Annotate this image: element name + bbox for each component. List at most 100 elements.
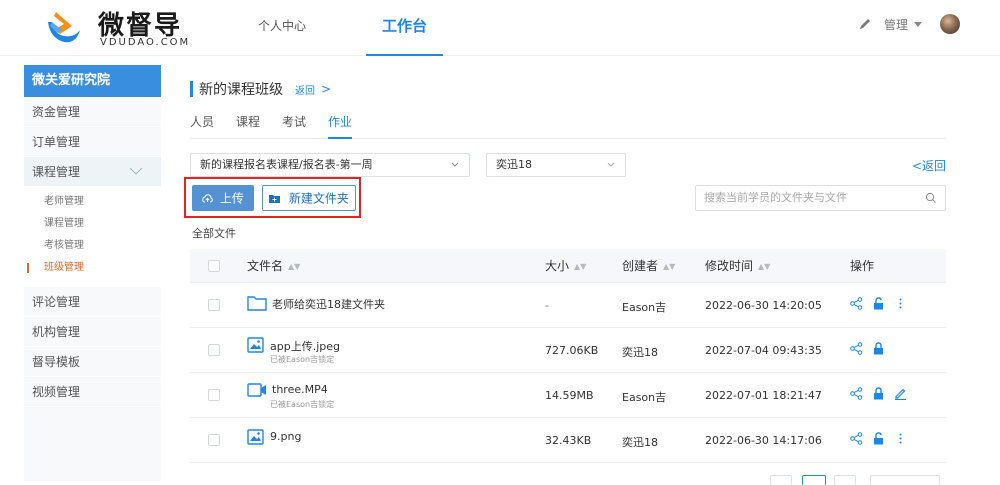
row-checkbox[interactable] bbox=[208, 299, 220, 311]
file-name[interactable]: three.MP4 bbox=[272, 383, 328, 396]
section-label: 全部文件 bbox=[192, 227, 236, 240]
sidebar-item-organization[interactable]: 机构管理 bbox=[24, 317, 161, 347]
edit-icon[interactable] bbox=[894, 387, 907, 400]
file-size: 727.06KB bbox=[545, 344, 599, 357]
pagination-next[interactable] bbox=[834, 475, 856, 485]
nav-personal-center[interactable]: 个人中心 bbox=[238, 0, 326, 56]
file-creator: Eason吉 bbox=[622, 301, 667, 314]
upload-button-label: 上传 bbox=[219, 191, 244, 206]
row-actions bbox=[850, 342, 894, 355]
logo[interactable]: 微督导 VDUDAO.COM bbox=[44, 6, 204, 50]
avatar[interactable] bbox=[940, 14, 960, 34]
row-checkbox[interactable] bbox=[208, 434, 220, 446]
lock-icon[interactable] bbox=[872, 342, 885, 355]
sort-icon[interactable]: ▲▼ bbox=[288, 250, 300, 284]
course-select-value: 新的课程报名表课程/报名表-第一周 bbox=[200, 158, 373, 171]
more-icon[interactable] bbox=[894, 432, 907, 445]
sidebar-submenu: 老师管理 课程管理 考核管理 班级管理 bbox=[24, 187, 161, 287]
chevron-down-icon bbox=[451, 162, 459, 167]
top-nav: 个人中心 工作台 bbox=[238, 0, 483, 56]
sidebar-subitem-courses[interactable]: 课程管理 bbox=[24, 213, 161, 235]
file-modified: 2022-07-01 18:21:47 bbox=[705, 389, 822, 402]
sidebar-item-comments[interactable]: 评论管理 bbox=[24, 287, 161, 317]
search-icon[interactable] bbox=[925, 192, 937, 204]
table-row[interactable]: app上传.jpeg 已被Eason吉锁定 727.06KB 奕迅18 2022… bbox=[190, 328, 946, 373]
sidebar-item-templates[interactable]: 督导模板 bbox=[24, 347, 161, 377]
student-select[interactable]: 奕迅18 bbox=[486, 153, 626, 177]
share-icon[interactable] bbox=[850, 297, 863, 310]
page-title-row: 新的课程班级 返回 > bbox=[190, 79, 331, 99]
lock-icon[interactable] bbox=[872, 387, 885, 400]
tab-exams[interactable]: 考试 bbox=[282, 111, 306, 139]
student-select-value: 奕迅18 bbox=[496, 158, 532, 171]
file-name[interactable]: 老师给奕迅18建文件夹 bbox=[272, 296, 385, 312]
pencil-icon[interactable] bbox=[858, 17, 872, 31]
sort-icon[interactable]: ▲▼ bbox=[663, 250, 675, 284]
tab-courses[interactable]: 课程 bbox=[236, 111, 260, 139]
column-header-name[interactable]: 文件名 ▲▼ bbox=[247, 249, 300, 284]
column-header-label: 大小 bbox=[545, 259, 570, 273]
file-creator: 奕迅18 bbox=[622, 436, 658, 449]
tab-homework[interactable]: 作业 bbox=[328, 111, 353, 139]
sidebar-org-name: 微关爱研究院 bbox=[24, 65, 161, 97]
sort-icon[interactable]: ▲▼ bbox=[758, 250, 770, 284]
sort-icon[interactable]: ▲▼ bbox=[574, 250, 586, 284]
sidebar-item-courses[interactable]: 课程管理 bbox=[24, 157, 161, 187]
sidebar-item-orders[interactable]: 订单管理 bbox=[24, 127, 161, 157]
sidebar-subitem-assessment[interactable]: 考核管理 bbox=[24, 235, 161, 257]
select-all-checkbox[interactable] bbox=[208, 260, 220, 272]
file-modified: 2022-06-30 14:20:05 bbox=[705, 299, 822, 312]
row-checkbox[interactable] bbox=[208, 344, 220, 356]
table-row[interactable]: three.MP4 已被Eason吉锁定 14.59MB Eason吉 2022… bbox=[190, 373, 946, 418]
column-header-modified[interactable]: 修改时间 ▲▼ bbox=[705, 249, 770, 284]
share-icon[interactable] bbox=[850, 432, 863, 445]
column-header-ops: 操作 bbox=[850, 259, 875, 273]
column-header-label: 修改时间 bbox=[705, 259, 754, 273]
file-size: - bbox=[545, 299, 549, 312]
file-size: 14.59MB bbox=[545, 389, 594, 402]
nav-workbench[interactable]: 工作台 bbox=[366, 0, 444, 56]
sidebar-subitem-classes[interactable]: 班级管理 bbox=[24, 257, 161, 279]
table-row[interactable]: 9.png 32.43KB 奕迅18 2022-06-30 14:17:06 bbox=[190, 418, 946, 463]
column-header-creator[interactable]: 创建者 ▲▼ bbox=[622, 249, 675, 284]
chevron-right-icon[interactable]: > bbox=[321, 82, 331, 96]
file-table: 文件名 ▲▼ 大小 ▲▼ 创建者 ▲▼ 修改时间 ▲▼ 操作 老师给奕迅18建文件夹 -… bbox=[190, 249, 946, 463]
table-row[interactable]: 老师给奕迅18建文件夹 - Eason吉 2022-06-30 14:20:05 bbox=[190, 283, 946, 328]
file-name[interactable]: 9.png bbox=[270, 430, 301, 443]
back-link[interactable]: 返回 bbox=[295, 82, 315, 97]
new-folder-button[interactable]: 新建文件夹 bbox=[262, 185, 356, 211]
row-actions bbox=[850, 432, 916, 445]
column-header-size[interactable]: 大小 ▲▼ bbox=[545, 249, 586, 284]
sidebar-item-funds[interactable]: 资金管理 bbox=[24, 97, 161, 127]
sidebar-item-label: 课程管理 bbox=[32, 165, 81, 179]
user-area: 管理 bbox=[858, 12, 960, 36]
row-actions bbox=[850, 297, 916, 310]
chevron-down-icon bbox=[129, 167, 143, 175]
share-icon[interactable] bbox=[850, 342, 863, 355]
share-icon[interactable] bbox=[850, 387, 863, 400]
pagination-prev[interactable] bbox=[770, 475, 792, 485]
user-menu-label[interactable]: 管理 bbox=[884, 16, 908, 33]
title-accent-bar bbox=[190, 81, 193, 97]
row-actions bbox=[850, 387, 916, 400]
chevron-down-icon[interactable] bbox=[914, 21, 922, 27]
video-file-icon bbox=[247, 383, 266, 397]
file-name[interactable]: app上传.jpeg bbox=[270, 338, 340, 354]
image-file-icon bbox=[247, 429, 264, 445]
sidebar-subitem-teachers[interactable]: 老师管理 bbox=[24, 191, 161, 213]
unlock-icon[interactable] bbox=[872, 432, 885, 445]
sidebar-item-videos[interactable]: 视频管理 bbox=[24, 377, 161, 407]
more-icon[interactable] bbox=[894, 297, 907, 310]
pagination-size-select[interactable] bbox=[870, 475, 940, 485]
course-select[interactable]: 新的课程报名表课程/报名表-第一周 bbox=[190, 153, 470, 177]
unlock-icon[interactable] bbox=[872, 297, 885, 310]
cloud-upload-icon bbox=[202, 194, 213, 203]
pagination-page[interactable] bbox=[802, 475, 826, 485]
row-checkbox[interactable] bbox=[208, 389, 220, 401]
back-button[interactable]: <返回 bbox=[912, 157, 946, 174]
upload-button[interactable]: 上传 bbox=[192, 185, 254, 211]
page-title: 新的课程班级 bbox=[199, 82, 283, 98]
search-input[interactable]: 搜索当前学员的文件夹与文件 bbox=[695, 185, 946, 211]
image-file-icon bbox=[247, 337, 264, 353]
tab-members[interactable]: 人员 bbox=[190, 111, 214, 139]
